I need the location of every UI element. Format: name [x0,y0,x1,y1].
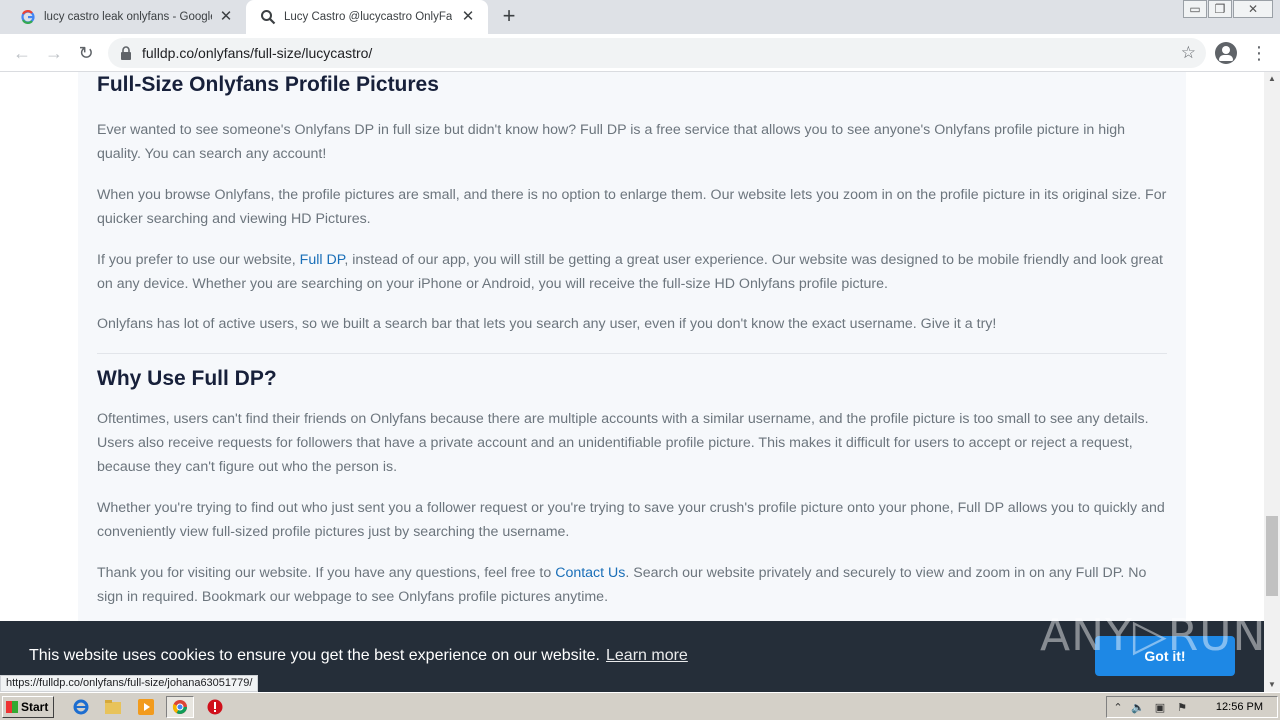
profile-avatar-icon[interactable] [1215,42,1237,64]
stop-icon[interactable] [206,698,224,716]
section-divider [97,353,1167,354]
tab-google-search[interactable]: lucy castro leak onlyfans - Google Se ✕ [0,0,246,34]
ie-icon[interactable] [72,698,90,716]
address-bar[interactable]: fulldp.co/onlyfans/full-size/lucycastro/… [108,38,1206,68]
paragraph-search-bar: Onlyfans has lot of active users, so we … [97,316,997,332]
chrome-taskbar-button[interactable] [166,696,194,718]
restore-button[interactable]: ❐ [1208,0,1232,18]
close-window-button[interactable]: ✕ [1233,0,1273,18]
system-tray: ⌃ 🔈 ▣ ⚑ 12:56 PM [1106,696,1278,718]
contact-us-link[interactable]: Contact Us [555,565,625,581]
paragraph-oftentimes: Oftentimes, users can't find their frien… [97,411,1149,475]
scroll-down-arrow-icon[interactable]: ▼ [1264,678,1280,692]
cookie-message: This website uses cookies to ensure you … [29,647,688,664]
tab-strip: lucy castro leak onlyfans - Google Se ✕ … [0,0,1280,34]
heading-full-size: Full-Size Onlyfans Profile Pictures [97,73,439,96]
tray-expand-icon[interactable]: ⌃ [1111,701,1125,715]
bookmark-star-icon[interactable]: ☆ [1181,43,1196,63]
paragraph-website: If you prefer to use our website, Full D… [97,252,1163,292]
page-viewport: Full-Size Onlyfans Profile Pictures Ever… [0,72,1264,692]
google-icon [20,9,36,25]
network-icon[interactable]: ▣ [1153,701,1167,715]
flag-icon[interactable]: ⚑ [1175,701,1189,715]
close-tab-icon[interactable]: ✕ [460,9,476,25]
tab-lucy-castro[interactable]: Lucy Castro @lucycastro OnlyFans F ✕ [246,0,488,34]
paragraph-follower-request: Whether you're trying to find out who ju… [97,500,1165,540]
windows-taskbar: Start ⌃ 🔈 ▣ ⚑ 12:56 PM [0,692,1280,720]
anyrun-watermark: ANY▷RUN [1040,610,1267,661]
full-dp-link[interactable]: Full DP [300,252,345,268]
folder-icon[interactable] [104,698,122,716]
scrollbar-thumb[interactable] [1266,516,1278,596]
heading-why-use: Why Use Full DP? [97,367,277,390]
browser-window: lucy castro leak onlyfans - Google Se ✕ … [0,0,1280,692]
chrome-icon [172,700,187,714]
close-tab-icon[interactable]: ✕ [218,9,234,25]
menu-kebab-icon[interactable]: ⋮ [1250,42,1268,64]
tab-title: lucy castro leak onlyfans - Google Se [44,11,212,23]
learn-more-link[interactable]: Learn more [606,647,688,664]
paragraph-intro: Ever wanted to see someone's Onlyfans DP… [97,122,1126,162]
status-bubble-url: https://fulldp.co/onlyfans/full-size/joh… [0,675,259,692]
url-text: fulldp.co/onlyfans/full-size/lucycastro/ [142,45,373,61]
minimize-button[interactable]: ▭ [1183,0,1207,18]
page-scrollbar[interactable]: ▲ ▼ [1264,72,1280,692]
taskbar-clock: 12:56 PM [1215,701,1263,713]
paragraph-browse: When you browse Onlyfans, the profile pi… [97,187,1167,227]
forward-button[interactable]: → [42,41,66,65]
reload-button[interactable]: ↻ [74,41,98,65]
back-button[interactable]: ← [10,41,34,65]
tab-title: Lucy Castro @lucycastro OnlyFans F [284,11,452,23]
scroll-up-arrow-icon[interactable]: ▲ [1264,72,1280,86]
start-button[interactable]: Start [2,696,54,718]
search-icon [260,9,276,25]
volume-icon[interactable]: 🔈 [1131,701,1145,715]
lock-icon [120,46,132,60]
new-tab-button[interactable]: + [498,5,520,27]
media-player-icon[interactable] [137,698,155,716]
paragraph-thank-you: Thank you for visiting our website. If y… [97,565,1147,605]
browser-toolbar: ← → ↻ fulldp.co/onlyfans/full-size/lucyc… [0,34,1280,72]
